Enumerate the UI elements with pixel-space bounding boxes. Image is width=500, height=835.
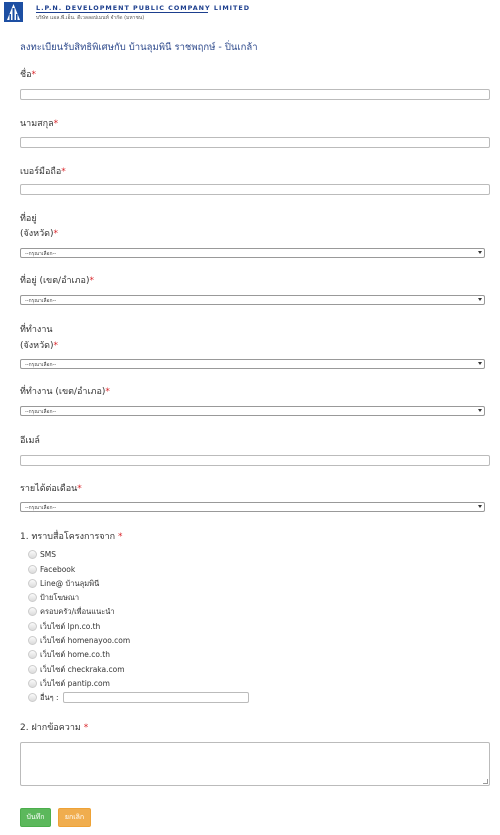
source-option-billboard[interactable]: ป้ายโฆษณา <box>28 592 79 603</box>
save-button[interactable]: บันทึก <box>20 808 51 827</box>
chevron-down-icon <box>478 505 482 508</box>
last-name-label: นามสกุล* <box>20 119 59 129</box>
radio-button[interactable] <box>28 636 37 645</box>
source-option-home-co-th[interactable]: เว็บไซต์ home.co.th <box>28 649 110 660</box>
resize-handle-icon[interactable] <box>483 779 488 784</box>
radio-button[interactable] <box>28 550 37 559</box>
work-province-label-line1: ที่ทำงาน <box>20 325 53 335</box>
radio-button[interactable] <box>28 679 37 688</box>
cancel-button[interactable]: ยกเลิก <box>58 808 91 827</box>
radio-button[interactable] <box>28 565 37 574</box>
radio-button[interactable] <box>28 622 37 631</box>
phone-label: เบอร์มือถือ* <box>20 167 66 177</box>
source-option-label: เว็บไซต์ lpn.co.th <box>40 621 101 631</box>
source-option-family-friends[interactable]: ครอบครัว/เพื่อนแนะนำ <box>28 606 115 617</box>
source-option-homenayoo[interactable]: เว็บไซต์ homenayoo.com <box>28 635 130 646</box>
source-option-checkraka[interactable]: เว็บไซต์ checkraka.com <box>28 664 125 675</box>
chevron-down-icon <box>478 362 482 365</box>
radio-button[interactable] <box>28 579 37 588</box>
source-option-label: เว็บไซต์ homenayoo.com <box>40 635 131 645</box>
message-textarea[interactable] <box>20 742 490 786</box>
radio-button[interactable] <box>28 650 37 659</box>
header-divider <box>36 12 208 13</box>
source-option-label: ป้ายโฆษณา <box>40 592 80 602</box>
radio-button[interactable] <box>28 693 37 702</box>
income-select-value: --กรุณาเลือก-- <box>25 505 57 511</box>
address-province-select-value: --กรุณาเลือก-- <box>25 251 57 257</box>
source-option-label: เว็บไซต์ home.co.th <box>40 649 110 659</box>
work-district-select[interactable]: --กรุณาเลือก-- <box>20 406 485 416</box>
chevron-down-icon <box>478 298 482 301</box>
source-option-label: เว็บไซต์ pantip.com <box>40 678 110 688</box>
radio-button[interactable] <box>28 593 37 602</box>
question1-label: 1. ทราบสื่อโครงการจาก * <box>20 532 123 542</box>
source-option-pantip[interactable]: เว็บไซต์ pantip.com <box>28 678 110 689</box>
chevron-down-icon <box>478 409 482 412</box>
source-option-sms[interactable]: SMS <box>28 549 56 560</box>
work-district-label: ที่ทำงาน (เขต/อำเภอ)* <box>20 387 110 397</box>
address-province-label-line1: ที่อยู่ <box>20 214 37 224</box>
company-header: L.P.N. DEVELOPMENT PUBLIC COMPANY LIMITE… <box>4 2 249 24</box>
first-name-label: ชื่อ* <box>20 70 37 80</box>
first-name-input[interactable] <box>20 89 490 100</box>
question2-label: 2. ฝากข้อความ * <box>20 723 89 733</box>
form-title: ลงทะเบียนรับสิทธิพิเศษกับ บ้านลุมพินี รา… <box>20 42 258 53</box>
chevron-down-icon <box>478 251 482 254</box>
source-option-label: ครอบครัว/เพื่อนแนะนำ <box>40 606 115 616</box>
phone-input[interactable] <box>20 184 490 195</box>
source-option-label: Line@ บ้านลุมพินี <box>40 578 100 588</box>
address-province-select[interactable]: --กรุณาเลือก-- <box>20 248 485 258</box>
source-option-label: อื่นๆ : <box>40 692 59 702</box>
other-source-input[interactable] <box>62 692 249 703</box>
address-district-select[interactable]: --กรุณาเลือก-- <box>20 295 485 305</box>
work-district-select-value: --กรุณาเลือก-- <box>25 409 57 415</box>
company-name-thai: บริษัท แอล.พี.เอ็น. ดีเวลลอปเมนท์ จำกัด … <box>36 15 145 21</box>
source-option-facebook[interactable]: Facebook <box>28 564 75 575</box>
radio-button[interactable] <box>28 607 37 616</box>
source-option-label: SMS <box>40 550 56 559</box>
source-option-label: Facebook <box>40 565 76 574</box>
source-option-label: เว็บไซต์ checkraka.com <box>40 664 125 674</box>
income-label: รายได้ต่อเดือน* <box>20 484 82 494</box>
work-province-select-value: --กรุณาเลือก-- <box>25 362 57 368</box>
lpn-logo-icon <box>4 2 23 22</box>
source-option-other[interactable]: อื่นๆ : <box>28 692 249 703</box>
address-district-select-value: --กรุณาเลือก-- <box>25 298 57 304</box>
work-province-label-line2: (จังหวัด)* <box>20 341 59 351</box>
radio-button[interactable] <box>28 665 37 674</box>
address-district-label: ที่อยู่ (เขต/อำเภอ)* <box>20 276 94 286</box>
email-label: อีเมล์ <box>20 436 40 446</box>
address-province-label-line2: (จังหวัด)* <box>20 229 59 239</box>
email-input[interactable] <box>20 455 490 466</box>
company-name: L.P.N. DEVELOPMENT PUBLIC COMPANY LIMITE… <box>36 4 251 12</box>
last-name-input[interactable] <box>20 137 490 148</box>
work-province-select[interactable]: --กรุณาเลือก-- <box>20 359 485 369</box>
source-option-line[interactable]: Line@ บ้านลุมพินี <box>28 578 99 589</box>
source-option-lpn-website[interactable]: เว็บไซต์ lpn.co.th <box>28 621 100 632</box>
income-select[interactable]: --กรุณาเลือก-- <box>20 502 485 512</box>
